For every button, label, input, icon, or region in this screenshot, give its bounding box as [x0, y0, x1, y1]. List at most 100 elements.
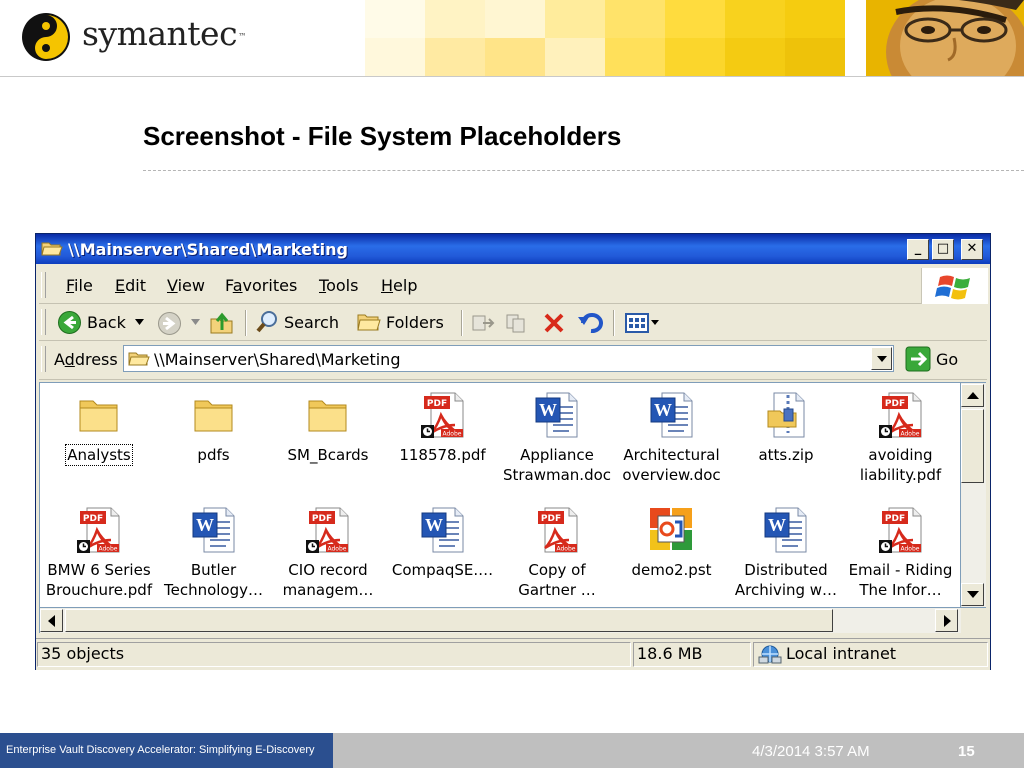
up-folder-icon[interactable]: [209, 310, 235, 336]
forward-arrow-icon[interactable]: [157, 311, 182, 336]
svg-text:Adobe: Adobe: [557, 546, 576, 553]
word-file-icon: W: [764, 507, 807, 553]
status-object-count: 35 objects: [37, 642, 631, 667]
folders-icon: [357, 314, 381, 331]
minimize-button[interactable]: _: [907, 239, 929, 260]
file-item-demo2-pst[interactable]: demo2.pst: [615, 504, 729, 580]
views-icon[interactable]: [625, 312, 649, 334]
status-bar: 35 objects 18.6 MB Local intranet: [36, 638, 990, 670]
file-item-analysts[interactable]: Analysts: [42, 389, 156, 466]
address-bar-grip[interactable]: [41, 346, 46, 372]
back-dropdown-chevron-icon[interactable]: [135, 319, 144, 325]
scroll-down-button[interactable]: [961, 583, 984, 606]
header-divider: [0, 76, 1024, 77]
file-item-architectural-overview-doc[interactable]: W Architectural overview.doc: [615, 389, 729, 485]
file-label: Analysts: [65, 444, 133, 466]
move-to-icon[interactable]: [471, 312, 495, 334]
word-file-icon: W: [650, 392, 692, 438]
file-item-118578-pdf[interactable]: PDF Adobe 118578.pdf: [386, 389, 500, 465]
undo-icon[interactable]: [577, 311, 603, 335]
svg-text:W: W: [196, 515, 214, 535]
svg-text:Adobe: Adobe: [900, 546, 919, 553]
views-dropdown-chevron-icon[interactable]: [651, 320, 659, 325]
file-item-compaqse[interactable]: W CompaqSE.…: [386, 504, 500, 580]
svg-text:Adobe: Adobe: [442, 431, 461, 438]
file-item-copy-of-gartner[interactable]: PDF Adobe Copy of Gartner …: [500, 504, 614, 600]
go-button[interactable]: Go: [905, 346, 958, 372]
file-label: Copy of Gartner …: [518, 561, 596, 599]
forward-dropdown-chevron-icon[interactable]: [191, 319, 200, 325]
menu-view[interactable]: View: [167, 276, 205, 295]
pdf-placeholder-file-icon: PDF Adobe: [420, 392, 463, 438]
status-size: 18.6 MB: [633, 642, 751, 667]
menu-bar-grip[interactable]: [41, 272, 46, 298]
file-item-atts-zip[interactable]: atts.zip: [729, 389, 843, 465]
close-button[interactable]: ✕: [961, 239, 983, 260]
horizontal-scroll-thumb[interactable]: [65, 609, 833, 632]
scroll-right-button[interactable]: [935, 609, 958, 632]
pdf-placeholder-file-icon: PDF Adobe: [306, 507, 349, 553]
address-input[interactable]: \\Mainserver\Shared\Marketing: [123, 345, 894, 372]
slide-title: Screenshot - File System Placeholders: [143, 121, 622, 151]
menu-bar: File Edit View Favorites Tools Help: [39, 267, 988, 304]
svg-text:Adobe: Adobe: [328, 546, 347, 553]
folder-open-icon: [128, 352, 150, 366]
file-item-bmw-6-series-brouchure-pdf[interactable]: PDF Adobe BMW 6 Series Brouchure.pdf: [42, 504, 156, 600]
file-label: Architectural overview.doc: [622, 446, 721, 484]
vertical-scrollbar[interactable]: [961, 382, 986, 608]
svg-text:W: W: [425, 515, 443, 535]
folder-open-icon: [41, 242, 63, 256]
file-item-sm-bcards[interactable]: SM_Bcards: [271, 389, 385, 465]
menu-edit[interactable]: Edit: [115, 276, 146, 295]
svg-text:PDF: PDF: [884, 399, 904, 409]
slide-header: symantec™: [0, 0, 1024, 76]
folder-file-icon: [194, 400, 232, 432]
menu-file[interactable]: File: [66, 276, 93, 295]
word-file-icon: W: [421, 507, 463, 553]
search-icon: [256, 311, 277, 333]
toolbar-grip[interactable]: [41, 309, 46, 335]
svg-text:PDF: PDF: [83, 514, 103, 524]
file-item-appliance-strawman-doc[interactable]: W Appliance Strawman.doc: [500, 389, 614, 485]
delete-icon[interactable]: [543, 312, 565, 334]
svg-text:PDF: PDF: [312, 514, 332, 524]
file-item-pdfs[interactable]: pdfs: [157, 389, 271, 465]
address-bar: Address \\Mainserver\Shared\Marketing Go: [39, 341, 987, 380]
file-label: 118578.pdf: [399, 446, 486, 464]
file-item-cio-record-managem[interactable]: PDF Adobe CIO record managem…: [271, 504, 385, 600]
address-dropdown-button[interactable]: [871, 347, 892, 370]
svg-text:PDF: PDF: [884, 514, 904, 524]
folder-file-icon: [79, 400, 118, 432]
copy-to-icon[interactable]: [505, 312, 529, 334]
file-item-email-riding-the-infor[interactable]: PDF Adobe Email - Riding The Infor…: [844, 504, 958, 600]
file-label: SM_Bcards: [287, 446, 369, 464]
vertical-scroll-thumb[interactable]: [961, 409, 984, 483]
local-intranet-icon: [758, 645, 782, 664]
svg-text:Adobe: Adobe: [99, 546, 118, 553]
scroll-up-button[interactable]: [961, 384, 984, 407]
maximize-button[interactable]: □: [932, 239, 954, 260]
scroll-left-button[interactable]: [40, 609, 63, 632]
search-button[interactable]: Search: [255, 309, 339, 335]
pdf-placeholder-file-icon: PDF Adobe: [878, 392, 921, 438]
explorer-window: \\Mainserver\Shared\Marketing _ □ ✕ File…: [35, 233, 991, 670]
back-button[interactable]: Back: [57, 309, 126, 335]
horizontal-scrollbar[interactable]: [39, 608, 961, 633]
toolbar-separator: [461, 310, 463, 336]
toolbar-separator: [245, 310, 247, 336]
word-file-icon: W: [192, 507, 234, 553]
file-item-avoiding-liability-pdf[interactable]: PDF Adobe avoiding liability.pdf: [844, 389, 958, 485]
window-titlebar[interactable]: \\Mainserver\Shared\Marketing _ □ ✕: [36, 234, 990, 264]
file-list-view[interactable]: Analysts pdfs SM_Bcards PDF Adobe 118578.pdf W…: [39, 382, 961, 608]
file-item-distributed-archiving-w[interactable]: W Distributed Archiving w…: [729, 504, 843, 600]
menu-favorites[interactable]: Favorites: [225, 276, 297, 295]
pdf-placeholder-file-icon: PDF Adobe: [878, 507, 921, 553]
toolbar-separator: [613, 310, 615, 336]
menu-tools[interactable]: Tools: [319, 276, 358, 295]
outlook-file-icon: [649, 508, 692, 550]
svg-text:W: W: [539, 400, 557, 420]
menu-help[interactable]: Help: [381, 276, 417, 295]
folders-button[interactable]: Folders: [357, 309, 444, 335]
file-item-butler-technology[interactable]: W Butler Technology…: [157, 504, 271, 600]
file-label: Butler Technology…: [163, 561, 264, 599]
